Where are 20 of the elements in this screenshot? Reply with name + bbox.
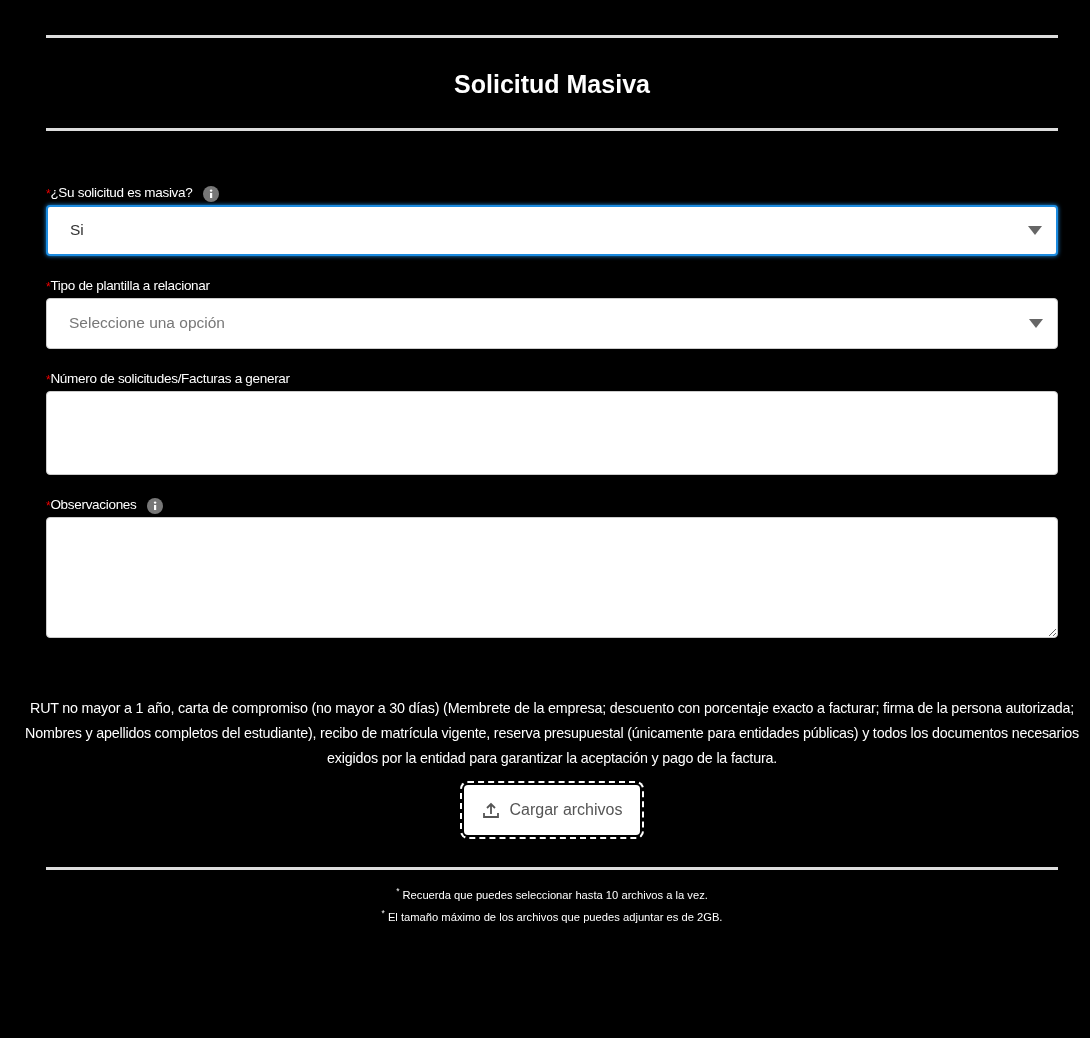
caret-icon [1029, 318, 1043, 328]
required-asterisk: * [46, 371, 51, 389]
requirements-text: RUT no mayor a 1 año, carta de compromiso (no mayor a 30 días) (Membrete de la empresa; descuento con porcentaje exacto a facturar; firma de la persona autorizada; Nombres y apellidos completos del estudiante), recibo de matrícula vigente, reserva presupuestal (únicamente para entidades públicas) y todos los documentos necesarios exigidos por la entidad para garantizar la aceptación y pago de la factura. [24, 698, 1080, 768]
required-asterisk: * [46, 185, 51, 203]
info-icon[interactable] [146, 497, 163, 514]
footnote-text: $^{*}$ El tamaño máximo de los archivos que puedes adjuntar es de 2GB. [380, 907, 724, 925]
upload-icon [481, 800, 500, 819]
info-icon[interactable] [202, 185, 219, 202]
page-title: Solicitud Masiva [453, 69, 651, 100]
field-label: Número de solicitudes/Facturas a generar [50, 370, 290, 389]
input-field[interactable] [46, 390, 1058, 475]
field-label: ¿Su solicitud es masiva? [50, 184, 193, 203]
footnote-text: $^{*}$ Recuerda que puedes seleccionar hasta 10 archivos a la vez. [395, 885, 709, 903]
caret-icon [1028, 225, 1042, 235]
select-field[interactable]: Si [46, 204, 1058, 256]
required-asterisk: * [46, 497, 51, 515]
field-label: Observaciones [50, 496, 137, 515]
required-asterisk: * [46, 278, 51, 296]
select-field[interactable]: Seleccione una opción [46, 297, 1058, 349]
field-label: Tipo de plantilla a relacionar [50, 277, 210, 296]
